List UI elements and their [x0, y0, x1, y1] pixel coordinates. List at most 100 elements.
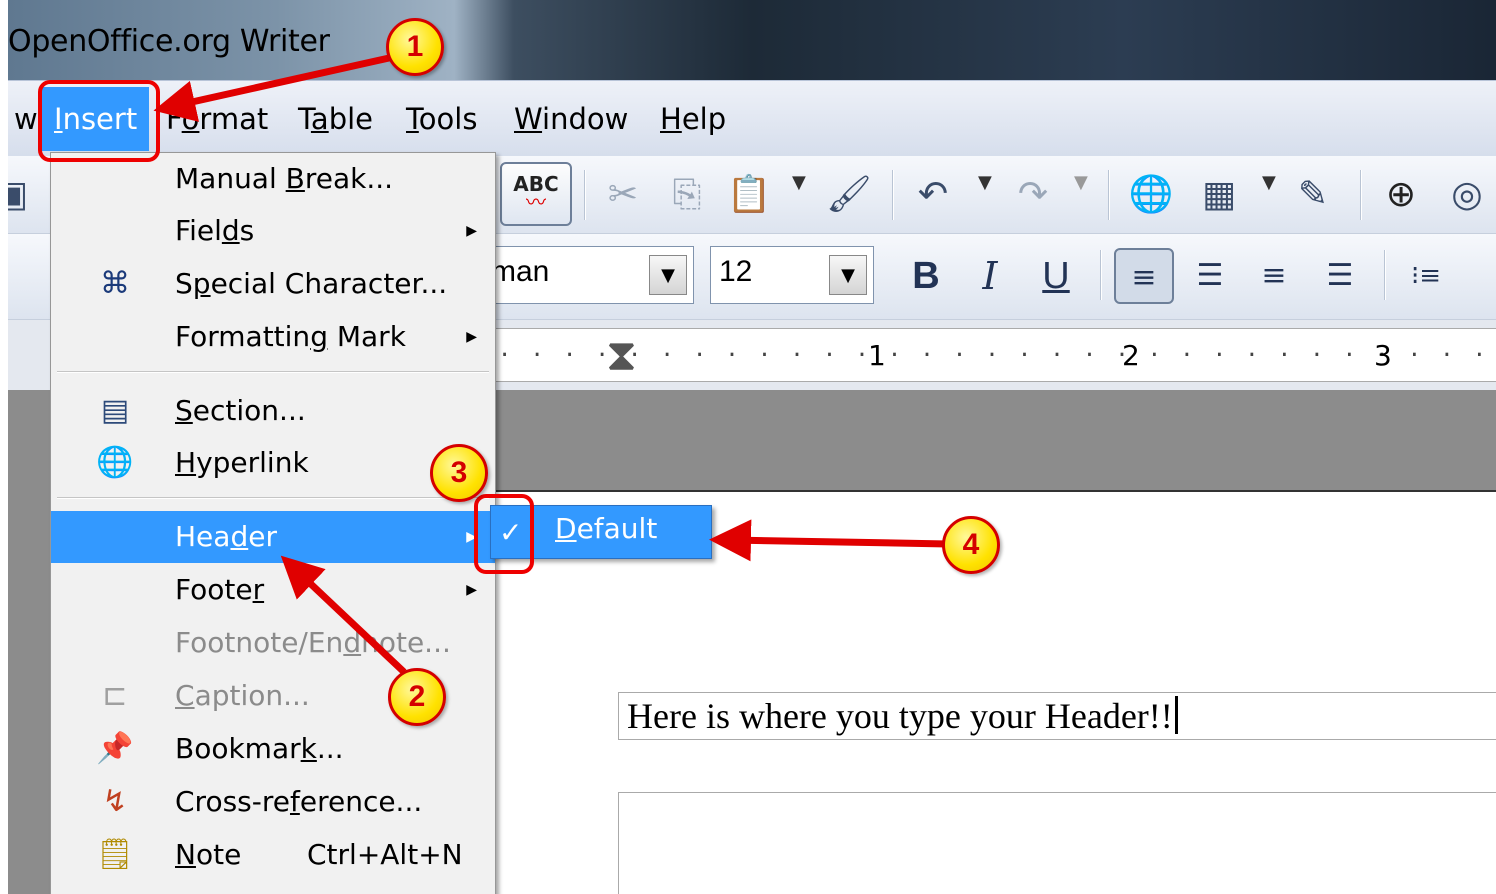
caption-icon: ⊏ [102, 678, 128, 713]
navigator-icon[interactable]: ◎ [1442, 170, 1492, 220]
font-name-combobox[interactable]: man ▼ [482, 246, 694, 304]
paste-icon[interactable]: 📋 [724, 170, 774, 220]
submenu-arrow-icon: ▶ [466, 582, 477, 598]
toolbar-separator [1384, 250, 1386, 300]
menu-item-footer[interactable]: Footer ▶ [51, 564, 495, 616]
paste-dropdown-icon[interactable]: ▼ [792, 172, 806, 193]
title-bar: OpenOffice.org Writer [8, 0, 1496, 80]
autospellcheck-button[interactable]: ABC 〰 [500, 162, 572, 226]
special-character-icon: ⌘ [100, 266, 130, 301]
align-left-button[interactable]: ≡ [1114, 248, 1174, 304]
font-size-dropdown-icon[interactable]: ▼ [829, 255, 867, 295]
align-right-button[interactable]: ≡ [1244, 248, 1304, 304]
menu-item-label: Cross-reference... [175, 785, 423, 818]
menu-tools[interactable]: Tools [394, 81, 489, 157]
clone-formatting-icon[interactable]: 🖌 [824, 170, 874, 220]
font-name-dropdown-icon[interactable]: ▼ [649, 255, 687, 295]
menu-item-note[interactable]: 🗒 Note Ctrl+Alt+N [51, 829, 495, 881]
show-draw-functions-icon[interactable]: ✎ [1288, 170, 1338, 220]
align-center-button[interactable]: ☰ [1180, 248, 1240, 304]
menu-table[interactable]: Table [286, 81, 385, 157]
menu-item-section[interactable]: ▤ Section... [51, 385, 495, 437]
text-cursor [1174, 696, 1178, 734]
toolbar-separator [1360, 170, 1362, 220]
table-dropdown-icon[interactable]: ▼ [1262, 172, 1276, 193]
step-badge-2: 2 [388, 668, 446, 726]
indent-marker-icon[interactable]: ⧗ [606, 331, 637, 381]
undo-dropdown-icon[interactable]: ▼ [978, 172, 992, 193]
menu-item-label: Hyperlink [175, 446, 309, 479]
menu-bar: w Insert Format Table Tools Window Help [8, 80, 1496, 156]
section-icon: ▤ [100, 393, 130, 428]
submenu-arrow-icon: ▶ [466, 329, 477, 345]
menu-item-cross-reference[interactable]: ↯ Cross-reference... [51, 776, 495, 828]
annotation-highlight-checkmark [474, 494, 534, 574]
note-icon: 🗒 [95, 837, 135, 872]
copy-icon[interactable]: ⎘ [662, 170, 712, 220]
ruler-mark: 3 [1374, 339, 1392, 372]
step-badge-4: 4 [942, 516, 1000, 574]
italic-button[interactable]: I [960, 248, 1020, 304]
toolbar-separator [892, 170, 894, 220]
bold-button[interactable]: B [896, 248, 956, 304]
table-icon[interactable]: ▦ [1194, 170, 1244, 220]
bookmark-icon: 📌 [96, 731, 134, 766]
font-size-value: 12 [719, 255, 753, 288]
ruler-mark: 2 [1122, 339, 1140, 372]
submenu-item-default[interactable]: Default [555, 512, 657, 545]
cut-icon[interactable]: ✂ [598, 170, 648, 220]
menu-window[interactable]: Window [502, 81, 640, 157]
menu-item-footnote-endnote[interactable]: Footnote/Endnote... [51, 617, 495, 669]
step-badge-3: 3 [430, 444, 488, 502]
page-header-area[interactable]: Here is where you type your Header!! [618, 692, 1496, 740]
ruler-ticks: · · · · · · · · · · · · · · · · · · · · … [498, 343, 1496, 368]
step-badge-1: 1 [386, 18, 444, 76]
menu-item-label: Manual Break... [175, 162, 394, 195]
menu-item-formatting-mark[interactable]: Formatting Mark ▶ [51, 311, 495, 363]
menu-item-hyperlink[interactable]: 🌐 Hyperlink [51, 437, 495, 489]
menu-item-bookmark[interactable]: 📌 Bookmark... [51, 723, 495, 775]
menu-item-label: Footer [175, 573, 265, 606]
page-body-area[interactable] [618, 792, 1496, 894]
redo-icon[interactable]: ↷ [1008, 170, 1058, 220]
menu-separator [57, 371, 489, 373]
ruler-strip: · · · · · · · · · · · · · · · · · · · · … [488, 328, 1496, 382]
ruler-mark: 1 [868, 339, 886, 372]
hyperlink-icon: 🌐 [96, 445, 134, 480]
find-replace-icon[interactable]: ⊕ [1376, 170, 1426, 220]
menu-item-label: Special Character... [175, 267, 448, 300]
menu-separator [57, 497, 489, 499]
font-size-combobox[interactable]: 12 ▼ [710, 246, 874, 304]
hyperlink-globe-icon[interactable]: 🌐 [1126, 170, 1176, 220]
toolbar-separator [584, 170, 586, 220]
numbering-icon[interactable]: ⁝≡ [1396, 248, 1456, 304]
save-icon[interactable]: ▣ [8, 170, 36, 220]
menu-item-label: Fields [175, 214, 255, 247]
font-name-value: man [491, 255, 550, 288]
menu-item-header[interactable]: Header ▶ [51, 511, 495, 563]
menu-item-label: Bookmark... [175, 732, 344, 765]
menu-item-label: Section... [175, 394, 306, 427]
menu-item-label: Formatting Mark [175, 320, 406, 353]
window-title: OpenOffice.org Writer [8, 24, 330, 59]
openoffice-writer-window: OpenOffice.org Writer w Insert Format Ta… [8, 0, 1496, 894]
insert-menu: Manual Break... Fields ▶ ⌘ Special Chara… [50, 152, 496, 894]
underline-button[interactable]: U [1026, 248, 1086, 304]
menu-item-label: Caption... [175, 679, 310, 712]
header-text[interactable]: Here is where you type your Header!! [627, 695, 1178, 737]
undo-icon[interactable]: ↶ [908, 170, 958, 220]
redo-dropdown-icon[interactable]: ▼ [1074, 172, 1088, 193]
menu-item-special-character[interactable]: ⌘ Special Character... [51, 258, 495, 310]
menu-help[interactable]: Help [648, 81, 738, 157]
menu-item-label: Note [175, 838, 242, 871]
menu-item-label: Footnote/Endnote... [175, 626, 451, 659]
menu-item-shortcut: Ctrl+Alt+N [307, 838, 463, 871]
cross-reference-icon: ↯ [102, 784, 128, 819]
menu-item-fields[interactable]: Fields ▶ [51, 205, 495, 257]
toolbar-separator [1108, 170, 1110, 220]
justify-button[interactable]: ☰ [1310, 248, 1370, 304]
squiggle-icon: 〰 [526, 190, 546, 214]
menu-format[interactable]: Format [154, 81, 280, 157]
toolbar-separator [1100, 250, 1102, 300]
submenu-arrow-icon: ▶ [466, 223, 477, 239]
